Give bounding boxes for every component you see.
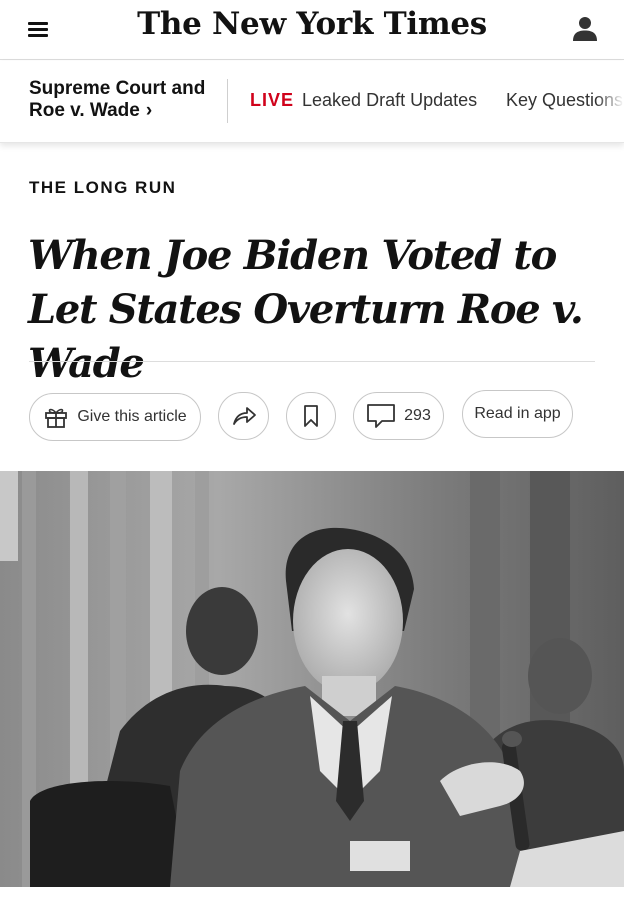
share-arrow-icon bbox=[232, 407, 256, 425]
bookmark-icon bbox=[304, 405, 318, 427]
chevron-right-icon: › bbox=[145, 100, 153, 121]
give-article-label: Give this article bbox=[77, 408, 187, 425]
article-headline: When Joe Biden Voted to Let States Overt… bbox=[28, 232, 584, 387]
comment-bubble-icon bbox=[367, 404, 396, 428]
scroll-fade bbox=[596, 61, 624, 142]
section-nav-bar: Supreme Court and Roe v. Wade › LIVE Leake… bbox=[0, 61, 624, 143]
live-updates-link[interactable]: LIVE Leaked Draft Updates bbox=[250, 90, 477, 111]
comments-button[interactable]: 293 bbox=[353, 392, 444, 440]
read-in-app-button[interactable]: Read in app bbox=[462, 390, 573, 438]
live-badge: LIVE bbox=[250, 90, 295, 110]
nyt-logo: The New York Times bbox=[0, 6, 624, 42]
lead-photo bbox=[0, 471, 624, 887]
comments-count: 293 bbox=[404, 407, 431, 424]
logo-text[interactable]: The New York Times bbox=[137, 6, 487, 42]
section-divider bbox=[227, 79, 228, 123]
gift-icon bbox=[45, 408, 68, 428]
hamburger-menu-icon[interactable] bbox=[24, 16, 52, 44]
bottom-strip bbox=[0, 887, 624, 900]
article-kicker[interactable]: THE LONG RUN bbox=[29, 178, 176, 198]
save-bookmark-button[interactable] bbox=[286, 392, 336, 440]
lead-photo-image bbox=[0, 471, 624, 887]
section-title: Supreme Court and Roe v. Wade bbox=[29, 78, 206, 121]
section-link-roe-v-wade[interactable]: Supreme Court and Roe v. Wade › bbox=[29, 78, 219, 122]
live-updates-label: Leaked Draft Updates bbox=[302, 90, 478, 110]
top-header: The New York Times bbox=[0, 0, 624, 60]
user-account-icon[interactable] bbox=[569, 13, 601, 45]
header-divider bbox=[29, 361, 595, 362]
share-button[interactable] bbox=[218, 392, 269, 440]
give-article-button[interactable]: Give this article bbox=[29, 393, 201, 441]
